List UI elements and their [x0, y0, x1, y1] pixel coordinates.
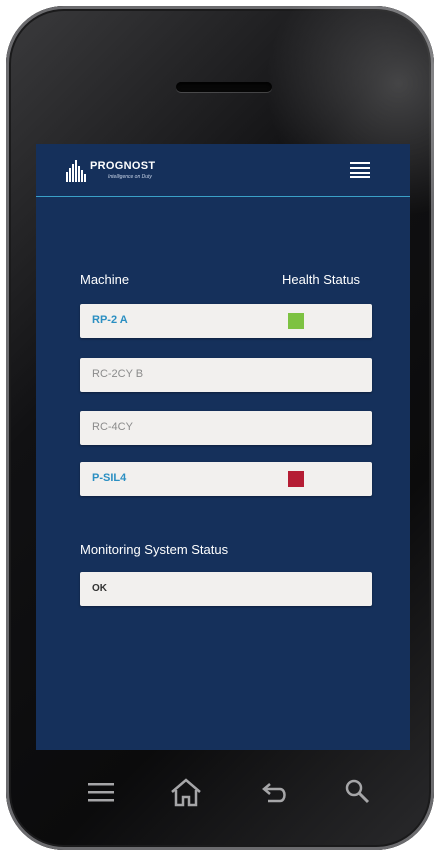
machine-name: RC-4CY [92, 421, 133, 433]
brand-tagline: Intelligence on Duty [108, 174, 152, 180]
monitoring-status-title: Monitoring System Status [80, 542, 229, 557]
device-nav-bar [36, 750, 410, 830]
machine-row[interactable]: RP-2 A [80, 304, 372, 338]
app-screen: PROGNOST Intelligence on Duty Machine He… [36, 144, 410, 750]
machine-row[interactable]: RC-4CY [80, 411, 372, 445]
brand-name: PROGNOST [90, 160, 156, 172]
health-status-indicator [288, 313, 304, 329]
earpiece-speaker [176, 82, 272, 92]
back-icon[interactable] [254, 774, 294, 810]
machine-row[interactable]: P-SIL4 [80, 462, 372, 496]
machine-row[interactable]: RC-2CY B [80, 358, 372, 392]
machine-column-header: Machine [80, 272, 130, 287]
machine-name: RC-2CY B [92, 368, 144, 380]
health-status-indicator [288, 471, 304, 487]
phone-frame: PROGNOST Intelligence on Duty Machine He… [6, 6, 434, 850]
search-icon[interactable] [338, 774, 378, 810]
monitoring-status-value: OK [92, 583, 107, 594]
hamburger-menu-icon[interactable] [350, 162, 370, 178]
app-header: PROGNOST Intelligence on Duty [36, 144, 410, 197]
machine-name: RP-2 A [92, 314, 128, 326]
health-status-column-header: Health Status [282, 272, 361, 287]
menu-icon[interactable] [82, 774, 122, 810]
monitoring-status-box: OK [80, 572, 372, 606]
home-icon[interactable] [166, 774, 206, 810]
logo-bars-icon [66, 160, 86, 182]
machine-name: P-SIL4 [92, 472, 127, 484]
